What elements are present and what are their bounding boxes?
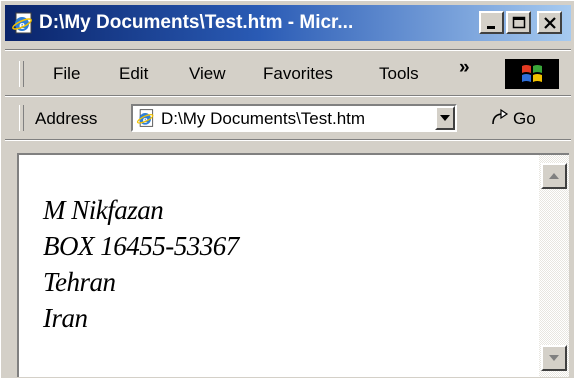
menu-favorites[interactable]: Favorites <box>263 64 333 84</box>
menu-tools[interactable]: Tools <box>379 64 419 84</box>
address-label: Address <box>35 109 98 128</box>
windows-flag-icon <box>505 59 559 89</box>
close-button[interactable] <box>537 11 562 34</box>
go-label: Go <box>513 109 536 128</box>
browser-window: e D:\My Documents\Test.htm - Micr... Fil… <box>0 0 574 378</box>
address-line-name: M Nikfazan <box>43 195 164 225</box>
maximize-button[interactable] <box>506 11 531 34</box>
ie-page-icon: e <box>12 12 32 34</box>
address-value: D:\My Documents\Test.htm <box>161 109 366 128</box>
toolbar-grip[interactable] <box>19 61 24 87</box>
ie-page-icon: e <box>136 109 154 127</box>
maximize-icon <box>512 16 525 28</box>
menu-overflow-chevron[interactable]: » <box>459 57 470 79</box>
scroll-up-button[interactable] <box>541 163 567 189</box>
arrow-down-icon <box>549 355 559 361</box>
minimize-button[interactable] <box>479 11 504 34</box>
scroll-down-button[interactable] <box>541 345 567 371</box>
toolbar-grip[interactable] <box>19 105 24 131</box>
go-arrow-icon <box>492 108 509 125</box>
close-icon <box>543 16 556 29</box>
menu-bar: File Edit View Favorites Tools » <box>13 57 567 91</box>
address-dropdown-button[interactable] <box>435 106 455 130</box>
go-button[interactable]: Go <box>489 106 536 132</box>
toolbar-separator <box>5 49 571 51</box>
address-line-city: Tehran <box>43 267 116 297</box>
menu-view[interactable]: View <box>189 64 226 84</box>
title-bar[interactable]: e D:\My Documents\Test.htm - Micr... <box>5 5 571 41</box>
menu-file[interactable]: File <box>53 64 80 84</box>
address-toolbar: Address e D:\My Documents\Test.htm Go <box>13 101 567 135</box>
minimize-icon <box>486 25 495 29</box>
toolbar-separator <box>5 139 571 141</box>
toolbar-separator <box>5 95 571 97</box>
window-title: D:\My Documents\Test.htm - Micr... <box>39 12 354 33</box>
vertical-scrollbar[interactable] <box>539 155 569 377</box>
chevron-down-icon <box>440 115 450 121</box>
address-input[interactable]: e D:\My Documents\Test.htm <box>131 104 457 132</box>
menu-edit[interactable]: Edit <box>119 64 148 84</box>
document-view[interactable]: M Nikfazan BOX 16455-53367 Tehran Iran <box>17 153 569 377</box>
address-line-box: BOX 16455-53367 <box>43 231 239 261</box>
arrow-up-icon <box>549 173 559 179</box>
address-line-country: Iran <box>43 303 88 333</box>
